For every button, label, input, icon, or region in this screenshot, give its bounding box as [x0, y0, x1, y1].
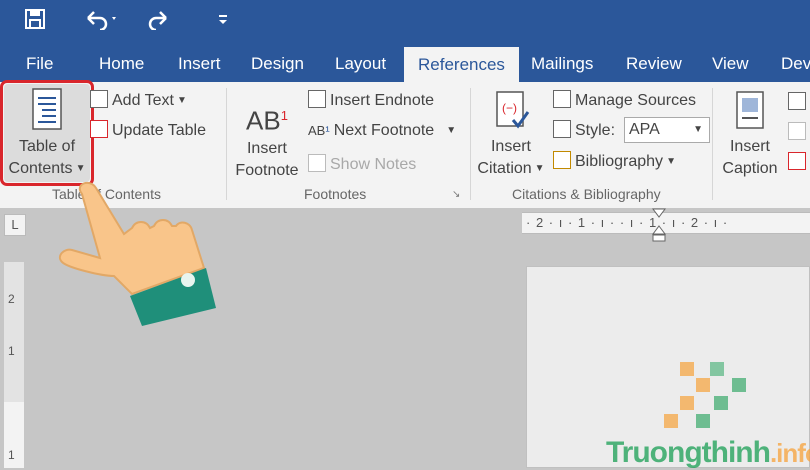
chevron-down-icon[interactable]: ▼: [446, 125, 456, 136]
add-text-button[interactable]: Add Text ▼: [90, 90, 187, 110]
tab-selector[interactable]: L: [4, 214, 26, 236]
tab-mailings[interactable]: Mailings: [531, 44, 593, 82]
tab-view[interactable]: View: [712, 44, 749, 82]
insert-caption-icon: [716, 90, 784, 136]
insert-citation-icon: (−): [474, 90, 548, 136]
insert-citation-button[interactable]: (−) Insert Citation ▼: [474, 90, 548, 180]
chevron-down-icon: ▼: [176, 95, 187, 106]
insert-citation-label-1: Insert: [490, 138, 531, 155]
chevron-down-icon: ▼: [693, 124, 703, 135]
customize-icon[interactable]: [218, 8, 228, 36]
add-text-icon: [90, 90, 108, 108]
bibliography-label: Bibliography: [575, 153, 664, 170]
insert-caption-label-2: Caption: [722, 160, 778, 177]
svg-text:(−): (−): [502, 101, 517, 115]
watermark-logo-icon: [664, 362, 746, 428]
watermark-name: Truongthinh: [606, 436, 771, 469]
style-dropdown[interactable]: APA ▼: [624, 117, 710, 143]
style-label-group: Style:: [553, 120, 615, 140]
add-text-label: Add Text: [112, 92, 174, 109]
tab-file[interactable]: File: [26, 44, 53, 82]
group-divider: [470, 88, 471, 200]
next-footnote-button[interactable]: AB¹ Next Footnote ▼: [308, 122, 456, 140]
bibliography-button[interactable]: Bibliography ▼: [553, 151, 676, 171]
tab-insert[interactable]: Insert: [178, 44, 221, 82]
style-label: Style:: [575, 122, 616, 139]
style-value: APA: [629, 121, 660, 138]
insert-endnote-button[interactable]: Insert Endnote: [308, 90, 434, 110]
insert-footnote-label-1: Insert: [246, 140, 287, 157]
tab-layout[interactable]: Layout: [335, 44, 386, 82]
vertical-ruler[interactable]: 2 1 1: [4, 262, 24, 468]
pointing-hand-icon: [58, 181, 216, 326]
indent-marker-icon[interactable]: [652, 208, 666, 247]
cross-reference-icon[interactable]: [788, 152, 810, 172]
tab-home[interactable]: Home: [99, 44, 144, 82]
next-footnote-icon: AB¹: [308, 123, 330, 138]
insert-endnote-icon: [308, 90, 326, 108]
insert-footnote-icon: AB1: [246, 105, 288, 136]
vertical-ruler-tick: 2: [8, 292, 15, 306]
insert-caption-button[interactable]: Insert Caption: [716, 90, 784, 180]
chevron-down-icon: ▼: [666, 156, 676, 167]
style-icon: [553, 120, 571, 138]
insert-citation-label-2: Citation: [477, 160, 532, 177]
horizontal-ruler[interactable]: · 2 · ı · 1 · ı · · ı · 1 · ı · 2 · ı ·: [522, 212, 810, 234]
update-table-of-figures-icon[interactable]: [788, 122, 810, 142]
ribbon-tabs: File Home Insert Design Layout Reference…: [0, 44, 810, 82]
tab-review[interactable]: Review: [626, 44, 682, 82]
manage-sources-label: Manage Sources: [575, 92, 696, 109]
watermark-tld: .info: [769, 438, 810, 468]
chevron-down-icon: ▼: [534, 163, 545, 174]
insert-caption-label-1: Insert: [729, 138, 770, 155]
group-label-citations: Citations & Bibliography: [512, 186, 661, 202]
bibliography-icon: [553, 151, 571, 169]
group-label-footnotes: Footnotes: [304, 186, 367, 202]
tab-design[interactable]: Design: [251, 44, 304, 82]
manage-sources-button[interactable]: Manage Sources: [553, 90, 696, 110]
show-notes-icon: [308, 154, 326, 172]
save-icon[interactable]: [24, 8, 46, 37]
redo-icon[interactable]: [148, 8, 170, 37]
show-notes-button[interactable]: Show Notes: [308, 154, 416, 174]
vertical-ruler-tick: 1: [8, 448, 15, 462]
update-table-button[interactable]: Update Table: [90, 120, 206, 140]
manage-sources-icon: [553, 90, 571, 108]
vertical-ruler-tick: 1: [8, 344, 15, 358]
insert-footnote-button[interactable]: AB1 Insert Footnote: [230, 96, 304, 182]
update-table-label: Update Table: [112, 122, 206, 139]
insert-table-of-figures-icon[interactable]: [788, 92, 810, 112]
tab-developer[interactable]: Dev: [781, 44, 810, 82]
next-footnote-label: Next Footnote: [333, 122, 435, 139]
insert-endnote-label: Insert Endnote: [330, 92, 435, 109]
undo-icon[interactable]: [84, 8, 118, 37]
tab-references[interactable]: References: [404, 47, 519, 82]
watermark: Truongthinh.info: [606, 436, 810, 470]
show-notes-label: Show Notes: [330, 156, 417, 173]
insert-footnote-label-2: Footnote: [235, 162, 299, 179]
quick-access-toolbar: [0, 0, 810, 44]
dialog-launcher-icon[interactable]: ↘: [452, 189, 460, 200]
update-table-icon: [90, 120, 108, 138]
group-divider: [226, 88, 227, 200]
highlight-frame: [0, 80, 94, 186]
group-divider: [712, 88, 713, 200]
